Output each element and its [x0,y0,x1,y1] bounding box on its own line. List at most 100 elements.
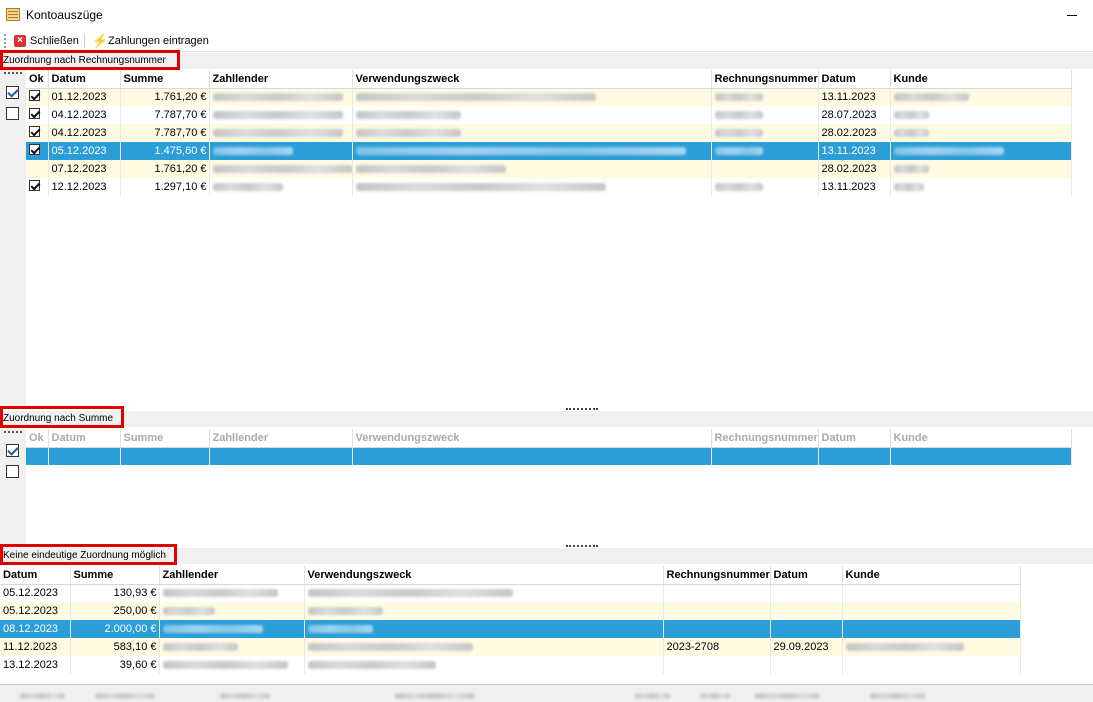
toolbar-grip [4,34,6,48]
redacted-text [714,147,763,156]
col-rechnungsnummer[interactable]: Rechnungsnummer [711,429,819,448]
table-row[interactable]: 05.12.2023 130,93 € [0,584,1021,602]
col-zahllender[interactable]: Zahllender [159,566,305,585]
check-all-checkbox[interactable] [6,86,19,99]
select-all-handle[interactable] [4,72,22,74]
redacted-text [355,183,606,192]
col-rechnungsnummer[interactable]: Rechnungsnummer [711,70,819,89]
cell-datum: 11.12.2023 [0,638,71,656]
redacted-text [307,625,373,634]
redacted-text [355,165,506,174]
redacted-text [307,607,383,616]
row-ok-checkbox[interactable] [29,90,40,102]
table-row[interactable]: 11.12.2023 583,10 € 2023-2708 29.09.2023 [0,638,1021,656]
splitter-handle[interactable] [566,545,598,547]
col-verwendungszweck[interactable]: Verwendungszweck [352,429,712,448]
col-zahllender[interactable]: Zahllender [209,70,353,89]
redacted-text [714,183,763,192]
cell-summe: 1.475,60 € [120,142,210,160]
check-all-checkbox[interactable] [6,444,19,457]
redacted-text [355,147,686,156]
row-ok-checkbox[interactable] [29,126,40,137]
cell-summe: 7.787,70 € [120,106,210,124]
table-row[interactable]: 04.12.2023 7.787,70 € 28.02.2023 [26,124,1072,142]
redacted-text [893,111,929,120]
col-verwendungszweck[interactable]: Verwendungszweck [352,70,712,89]
cell-summe: 1.761,20 € [120,160,210,178]
cell-datum: 12.12.2023 [48,178,121,196]
col-verwendungszweck[interactable]: Verwendungszweck [304,566,664,585]
grid-header: Ok Datum Summe Zahllender Verwendungszwe… [26,70,1072,89]
window-title: Kontoauszüge [26,8,103,22]
col-summe[interactable]: Summe [120,70,210,89]
cell-rechnung-datum: 13.11.2023 [818,178,891,196]
col-datum[interactable]: Datum [0,566,71,585]
cell-rechnungsnummer [663,656,771,674]
redacted-text [714,129,763,138]
uncheck-all-checkbox[interactable] [6,107,19,120]
cell-datum: 04.12.2023 [48,124,121,142]
table-row[interactable]: 05.12.2023 1.475,60 € 13.11.2023 [26,142,1072,160]
redacted-text [893,147,1004,156]
section-label-unassigned-text: Keine eindeutige Zuordnung möglich [3,550,166,561]
cell-rechnung-datum [770,602,843,620]
row-ok-checkbox[interactable] [29,108,40,119]
redacted-text [162,661,288,670]
table-row[interactable] [26,447,1072,465]
redacted-text [355,93,596,102]
redacted-text [755,693,820,699]
grid-header: Datum Summe Zahllender Verwendungszweck … [0,566,1021,585]
close-button[interactable]: × Schließen [14,32,79,50]
redacted-text [893,129,929,138]
grid-header: Ok Datum Summe Zahllender Verwendungszwe… [26,429,1072,448]
table-row[interactable]: 13.12.2023 39,60 € [0,656,1021,674]
redacted-text [893,93,969,102]
redacted-text [212,129,343,138]
close-button-label: Schließen [30,35,79,47]
uncheck-all-checkbox[interactable] [6,465,19,478]
table-row[interactable]: 07.12.2023 1.761,20 € 28.02.2023 [26,160,1072,178]
redacted-text [870,693,925,699]
invoice-match-grid: Ok Datum Summe Zahllender Verwendungszwe… [26,70,1072,196]
cell-summe: 583,10 € [70,638,160,656]
row-ok-checkbox[interactable] [29,144,40,155]
col-rechnung-datum[interactable]: Datum [818,429,891,448]
minimize-button[interactable] [1063,5,1081,23]
lightning-icon: ⚡ [92,33,109,48]
cell-summe: 250,00 € [70,602,160,620]
row-ok-checkbox[interactable] [29,180,40,191]
splitter-handle[interactable] [566,408,598,410]
col-zahllender[interactable]: Zahllender [209,429,353,448]
table-row[interactable]: 05.12.2023 250,00 € [0,602,1021,620]
col-summe[interactable]: Summe [70,566,160,585]
col-datum[interactable]: Datum [48,429,121,448]
table-row[interactable]: 12.12.2023 1.297,10 € 13.11.2023 [26,178,1072,196]
col-datum[interactable]: Datum [48,70,121,89]
toolbar-separator [84,34,85,48]
unassigned-grid: Datum Summe Zahllender Verwendungszweck … [0,566,1021,674]
cell-datum: 04.12.2023 [48,106,121,124]
col-rechnung-datum[interactable]: Datum [770,566,843,585]
col-summe[interactable]: Summe [120,429,210,448]
col-kunde[interactable]: Kunde [890,70,1072,89]
cell-datum: 13.12.2023 [0,656,71,674]
col-rechnungsnummer[interactable]: Rechnungsnummer [663,566,771,585]
section-label-sum-text: Zuordnung nach Summe [3,413,114,424]
table-row[interactable]: 08.12.2023 2.000,00 € [0,620,1021,638]
redacted-text [212,147,293,156]
redacted-text [212,93,343,102]
col-kunde[interactable]: Kunde [842,566,1021,585]
redacted-text [307,661,436,670]
section-label-unassigned: Keine eindeutige Zuordnung möglich [0,548,1093,564]
redacted-text [700,693,730,699]
col-ok[interactable]: Ok [26,70,49,89]
cell-rechnung-datum [770,584,843,602]
table-row[interactable]: 04.12.2023 7.787,70 € 28.07.2023 [26,106,1072,124]
enter-payments-button[interactable]: ⚡ Zahlungen eintragen [92,32,209,50]
col-ok[interactable]: Ok [26,429,49,448]
col-rechnung-datum[interactable]: Datum [818,70,891,89]
redacted-text [714,111,763,120]
select-all-handle[interactable] [4,431,22,433]
col-kunde[interactable]: Kunde [890,429,1072,448]
table-row[interactable]: 01.12.2023 1.761,20 € 13.11.2023 [26,88,1072,106]
